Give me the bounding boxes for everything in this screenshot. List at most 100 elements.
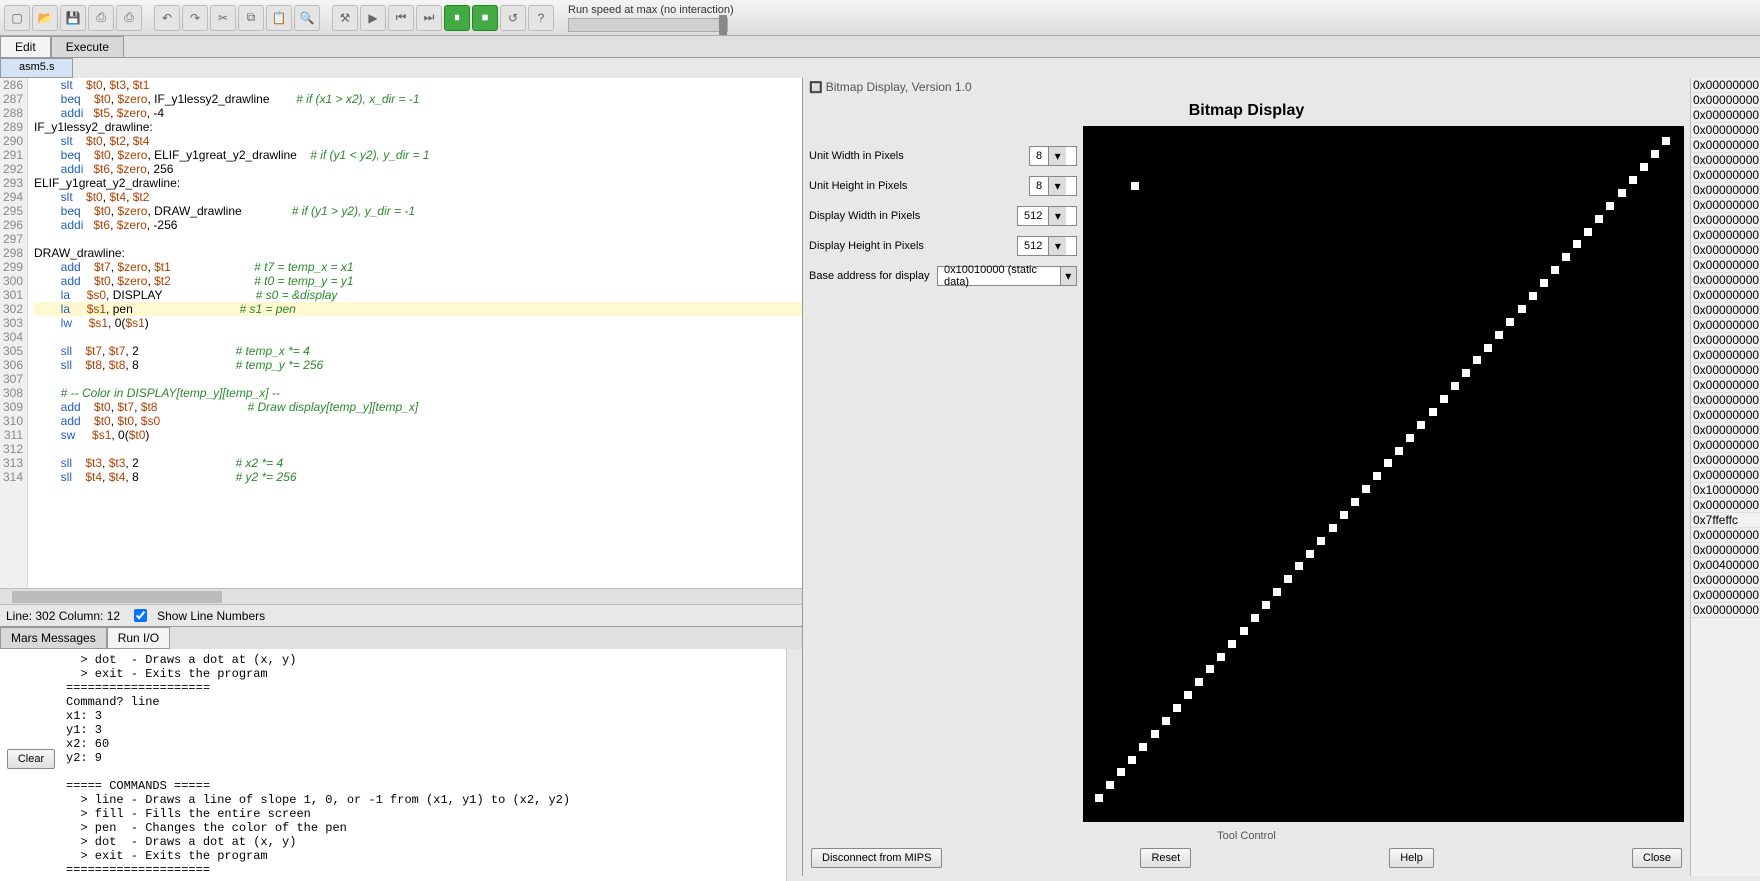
show-line-numbers-checkbox[interactable] bbox=[134, 609, 147, 622]
tool-control-label: Tool Control bbox=[803, 828, 1690, 844]
undo-icon[interactable]: ↶ bbox=[154, 5, 180, 31]
memory-cell: 0x00000000 bbox=[1691, 303, 1760, 318]
memory-cell: 0x00000000 bbox=[1691, 603, 1760, 618]
display-width-label: Display Width in Pixels bbox=[809, 210, 1011, 222]
cursor-position: Line: 302 Column: 12 bbox=[6, 609, 120, 623]
reset-button[interactable]: Reset bbox=[1140, 848, 1191, 868]
speed-slider[interactable] bbox=[568, 18, 728, 32]
chevron-down-icon: ▾ bbox=[1048, 177, 1066, 195]
memory-cell: 0x00000000 bbox=[1691, 333, 1760, 348]
reset-icon[interactable]: ↺ bbox=[500, 5, 526, 31]
main-toolbar: ▢ 📂 💾 ⎙ ⎙ ↶ ↷ ✂ ⧉ 📋 🔍 ⚒ ▶ ⏮ ⏭ ⏸ ⏹ ↺ ? Ru… bbox=[0, 0, 1760, 36]
memory-cell: 0x00000000 bbox=[1691, 573, 1760, 588]
memory-column: 0x000000000x000000000x000000000x00000000… bbox=[1690, 78, 1760, 876]
editor-status-bar: Line: 302 Column: 12 Show Line Numbers bbox=[0, 604, 802, 626]
editor-hscroll[interactable] bbox=[0, 588, 802, 604]
step-back-icon[interactable]: ⏮ bbox=[388, 5, 414, 31]
memory-cell: 0x00000000 bbox=[1691, 528, 1760, 543]
display-width-select[interactable]: 512▾ bbox=[1017, 206, 1077, 226]
memory-cell: 0x00000000 bbox=[1691, 273, 1760, 288]
pause-icon[interactable]: ⏸ bbox=[444, 5, 470, 31]
unit-height-select[interactable]: 8▾ bbox=[1029, 176, 1077, 196]
memory-cell: 0x00000000 bbox=[1691, 468, 1760, 483]
tab-edit[interactable]: Edit bbox=[0, 36, 51, 57]
memory-cell: 0x00000000 bbox=[1691, 123, 1760, 138]
mode-tabs: Edit Execute bbox=[0, 36, 1760, 58]
find-icon[interactable]: 🔍 bbox=[294, 5, 320, 31]
speed-label: Run speed at max (no interaction) bbox=[568, 4, 734, 16]
show-line-numbers-label: Show Line Numbers bbox=[157, 609, 265, 623]
tab-mars-messages[interactable]: Mars Messages bbox=[0, 627, 107, 649]
memory-cell: 0x00000000 bbox=[1691, 408, 1760, 423]
memory-cell: 0x00000000 bbox=[1691, 213, 1760, 228]
step-icon[interactable]: ⏭ bbox=[416, 5, 442, 31]
display-height-label: Display Height in Pixels bbox=[809, 240, 1011, 252]
tab-run-io[interactable]: Run I/O bbox=[107, 627, 170, 649]
memory-cell: 0x00000000 bbox=[1691, 258, 1760, 273]
memory-cell: 0x00000000 bbox=[1691, 543, 1760, 558]
memory-cell: 0x00000000 bbox=[1691, 108, 1760, 123]
memory-cell: 0x00000000 bbox=[1691, 138, 1760, 153]
memory-cell: 0x00000000 bbox=[1691, 393, 1760, 408]
help-button[interactable]: Help bbox=[1389, 848, 1434, 868]
bitmap-window-title: 🔲 Bitmap Display, Version 1.0 bbox=[803, 78, 1690, 96]
copy-icon[interactable]: ⧉ bbox=[238, 5, 264, 31]
memory-cell: 0x00000000 bbox=[1691, 453, 1760, 468]
memory-cell: 0x00000000 bbox=[1691, 228, 1760, 243]
bitmap-config: Unit Width in Pixels 8▾ Unit Height in P… bbox=[803, 126, 1083, 828]
unit-width-select[interactable]: 8▾ bbox=[1029, 146, 1077, 166]
memory-cell: 0x00000000 bbox=[1691, 288, 1760, 303]
memory-cell: 0x7ffeffc bbox=[1691, 513, 1760, 528]
cut-icon[interactable]: ✂ bbox=[210, 5, 236, 31]
disconnect-button[interactable]: Disconnect from MIPS bbox=[811, 848, 942, 868]
memory-cell: 0x00000000 bbox=[1691, 78, 1760, 93]
redo-icon[interactable]: ↷ bbox=[182, 5, 208, 31]
base-address-select[interactable]: 0x10010000 (static data)▾ bbox=[937, 266, 1077, 286]
chevron-down-icon: ▾ bbox=[1048, 207, 1066, 225]
file-tab[interactable]: asm5.s bbox=[0, 58, 73, 78]
close-button[interactable]: Close bbox=[1632, 848, 1682, 868]
memory-cell: 0x00400000 bbox=[1691, 558, 1760, 573]
help-icon[interactable]: ? bbox=[528, 5, 554, 31]
memory-cell: 0x00000000 bbox=[1691, 378, 1760, 393]
memory-cell: 0x00000000 bbox=[1691, 318, 1760, 333]
memory-cell: 0x00000000 bbox=[1691, 423, 1760, 438]
tab-execute[interactable]: Execute bbox=[51, 36, 124, 57]
assemble-icon[interactable]: ⚒ bbox=[332, 5, 358, 31]
bitmap-canvas bbox=[1083, 126, 1684, 822]
save-as-icon[interactable]: ⎙ bbox=[88, 5, 114, 31]
stop-icon[interactable]: ⏹ bbox=[472, 5, 498, 31]
memory-cell: 0x00000000 bbox=[1691, 93, 1760, 108]
open-file-icon[interactable]: 📂 bbox=[32, 5, 58, 31]
memory-cell: 0x10000000 bbox=[1691, 483, 1760, 498]
memory-cell: 0x00000000 bbox=[1691, 183, 1760, 198]
run-icon[interactable]: ▶ bbox=[360, 5, 386, 31]
memory-cell: 0x00000000 bbox=[1691, 438, 1760, 453]
file-tabs: asm5.s bbox=[0, 58, 1760, 78]
speed-control: Run speed at max (no interaction) bbox=[568, 4, 734, 32]
memory-cell: 0x00000000 bbox=[1691, 243, 1760, 258]
memory-cell: 0x00000000 bbox=[1691, 198, 1760, 213]
memory-cell: 0x00000000 bbox=[1691, 348, 1760, 363]
memory-cell: 0x00000000 bbox=[1691, 153, 1760, 168]
console-vscroll[interactable] bbox=[786, 649, 802, 881]
new-file-icon[interactable]: ▢ bbox=[4, 5, 30, 31]
memory-cell: 0x00000000 bbox=[1691, 168, 1760, 183]
display-height-select[interactable]: 512▾ bbox=[1017, 236, 1077, 256]
clear-button[interactable]: Clear bbox=[7, 749, 55, 769]
unit-height-label: Unit Height in Pixels bbox=[809, 180, 1023, 192]
console-output[interactable]: > dot - Draws a dot at (x, y) > exit - E… bbox=[62, 649, 786, 881]
chevron-down-icon: ▾ bbox=[1048, 147, 1066, 165]
console-panel: Mars Messages Run I/O Clear > dot - Draw… bbox=[0, 626, 802, 876]
chevron-down-icon: ▾ bbox=[1060, 267, 1076, 285]
code-editor[interactable]: 2862872882892902912922932942952962972982… bbox=[0, 78, 802, 588]
chevron-down-icon: ▾ bbox=[1048, 237, 1066, 255]
print-icon[interactable]: ⎙ bbox=[116, 5, 142, 31]
base-address-label: Base address for display bbox=[809, 270, 931, 282]
memory-cell: 0x00000000 bbox=[1691, 363, 1760, 378]
paste-icon[interactable]: 📋 bbox=[266, 5, 292, 31]
unit-width-label: Unit Width in Pixels bbox=[809, 150, 1023, 162]
bitmap-title: Bitmap Display bbox=[803, 96, 1690, 126]
memory-cell: 0x00000000 bbox=[1691, 498, 1760, 513]
save-icon[interactable]: 💾 bbox=[60, 5, 86, 31]
